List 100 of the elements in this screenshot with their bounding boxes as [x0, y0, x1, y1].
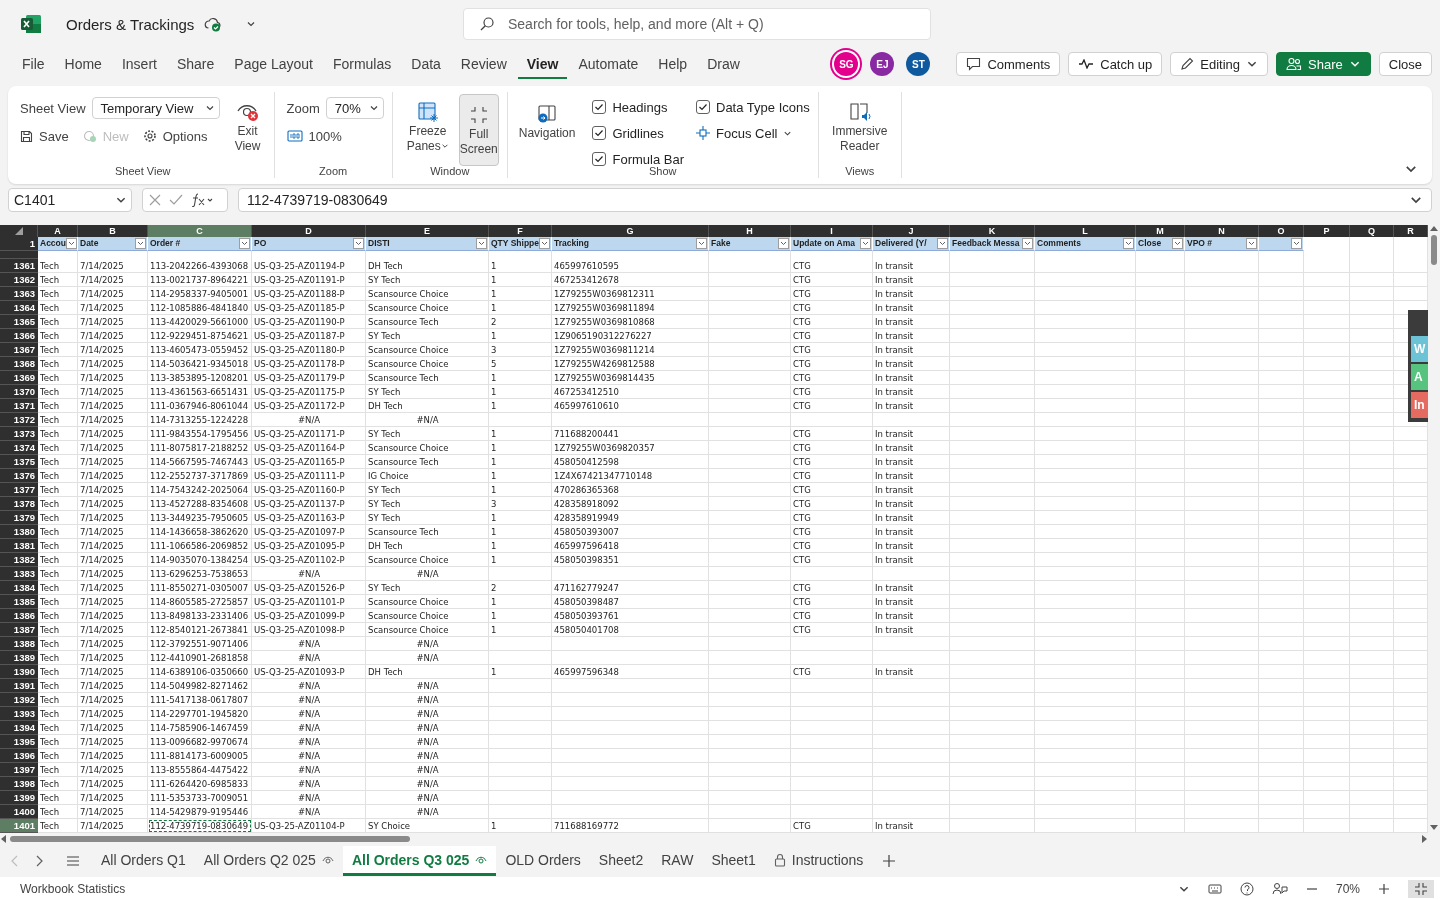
- table-cell[interactable]: 7/14/2025: [78, 301, 148, 315]
- table-cell[interactable]: Scansource Choice: [366, 623, 489, 637]
- table-cell[interactable]: #N/A: [366, 805, 489, 819]
- help-icon[interactable]: [1239, 881, 1254, 896]
- table-cell[interactable]: CTG: [791, 315, 873, 329]
- table-cell[interactable]: CTG: [791, 511, 873, 525]
- table-cell[interactable]: In transit: [873, 385, 950, 399]
- table-cell[interactable]: 1Z79255W0369811214: [552, 343, 709, 357]
- column-heading[interactable]: M: [1136, 225, 1185, 237]
- table-cell[interactable]: 7/14/2025: [78, 525, 148, 539]
- table-cell[interactable]: In transit: [873, 315, 950, 329]
- table-cell[interactable]: #N/A: [252, 749, 366, 763]
- table-cell[interactable]: 111-0367946-8061044: [148, 399, 252, 413]
- table-cell[interactable]: Tech: [38, 469, 78, 483]
- table-cell[interactable]: 111-5417138-0617807: [148, 693, 252, 707]
- table-cell[interactable]: 113-3449235-7950605: [148, 511, 252, 525]
- formula-field[interactable]: 112-4739719-0830649: [238, 188, 1432, 212]
- table-cell[interactable]: CTG: [791, 259, 873, 273]
- table-cell[interactable]: 1: [489, 427, 552, 441]
- zoom-reset-button[interactable]: 100%: [286, 128, 342, 144]
- row-number[interactable]: 1371: [0, 399, 38, 413]
- scroll-up-icon[interactable]: [1430, 225, 1438, 231]
- row-number[interactable]: 1390: [0, 665, 38, 679]
- menu-tab[interactable]: Insert: [112, 49, 166, 79]
- table-cell[interactable]: 7/14/2025: [78, 287, 148, 301]
- table-cell[interactable]: 7/14/2025: [78, 651, 148, 665]
- table-cell[interactable]: US-Q3-25-AZ01137-P: [252, 497, 366, 511]
- table-cell[interactable]: Tech: [38, 287, 78, 301]
- table-cell[interactable]: Tech: [38, 721, 78, 735]
- table-cell[interactable]: In transit: [873, 539, 950, 553]
- table-cell[interactable]: 1: [489, 511, 552, 525]
- table-cell[interactable]: 7/14/2025: [78, 805, 148, 819]
- table-cell[interactable]: 465997610595: [552, 259, 709, 273]
- table-cell[interactable]: 1: [489, 259, 552, 273]
- filter-button[interactable]: [1246, 238, 1257, 249]
- column-heading[interactable]: O: [1259, 225, 1304, 237]
- table-cell[interactable]: Tech: [38, 539, 78, 553]
- table-cell[interactable]: US-Q3-25-AZ01180-P: [252, 343, 366, 357]
- table-cell[interactable]: US-Q3-25-AZ01185-P: [252, 301, 366, 315]
- table-cell[interactable]: 7/14/2025: [78, 679, 148, 693]
- save-button[interactable]: Save: [20, 128, 69, 144]
- menu-tab[interactable]: Review: [451, 49, 516, 79]
- table-cell[interactable]: Tech: [38, 315, 78, 329]
- table-cell[interactable]: In transit: [873, 455, 950, 469]
- table-cell[interactable]: 1: [489, 553, 552, 567]
- table-cell[interactable]: Tech: [38, 623, 78, 637]
- menu-tab[interactable]: View: [517, 49, 568, 79]
- table-cell[interactable]: In transit: [873, 343, 950, 357]
- checkbox[interactable]: Gridlines: [592, 125, 684, 141]
- table-cell[interactable]: 112-1085886-4841840: [148, 301, 252, 315]
- table-cell[interactable]: US-Q3-25-AZ01160-P: [252, 483, 366, 497]
- table-cell[interactable]: 7/14/2025: [78, 777, 148, 791]
- table-cell[interactable]: #N/A: [366, 679, 489, 693]
- table-cell[interactable]: 5: [489, 357, 552, 371]
- table-cell[interactable]: 7/14/2025: [78, 427, 148, 441]
- table-cell[interactable]: In transit: [873, 427, 950, 441]
- row-number[interactable]: 1398: [0, 777, 38, 791]
- zoom-in-icon[interactable]: [1378, 882, 1390, 895]
- table-cell[interactable]: Tech: [38, 371, 78, 385]
- table-cell[interactable]: Tech: [38, 735, 78, 749]
- row-number[interactable]: 1375: [0, 455, 38, 469]
- zoom-dropdown[interactable]: 70%: [325, 97, 384, 119]
- excel-logo[interactable]: [20, 14, 42, 34]
- table-cell[interactable]: 1Z79255W0369820357: [552, 441, 709, 455]
- sheet-tab[interactable]: All Orders Q1: [92, 846, 195, 876]
- menu-tab[interactable]: Formulas: [323, 49, 401, 79]
- scroll-down-icon[interactable]: [1430, 825, 1438, 831]
- table-cell[interactable]: CTG: [791, 343, 873, 357]
- table-cell[interactable]: #N/A: [252, 777, 366, 791]
- column-heading[interactable]: N: [1185, 225, 1259, 237]
- search-field[interactable]: Search for tools, help, and more (Alt + Q): [463, 8, 931, 40]
- table-cell[interactable]: In transit: [873, 329, 950, 343]
- table-cell[interactable]: In transit: [873, 483, 950, 497]
- table-cell[interactable]: 7/14/2025: [78, 539, 148, 553]
- filter-button[interactable]: [778, 238, 789, 249]
- table-cell[interactable]: Tech: [38, 343, 78, 357]
- table-cell[interactable]: Tech: [38, 329, 78, 343]
- column-heading[interactable]: D: [252, 225, 366, 237]
- people-feedback-icon[interactable]: [1271, 881, 1288, 896]
- column-heading[interactable]: K: [950, 225, 1035, 237]
- filter-button[interactable]: [239, 238, 250, 249]
- table-cell[interactable]: DH Tech: [366, 259, 489, 273]
- table-cell[interactable]: CTG: [791, 329, 873, 343]
- table-cell[interactable]: 7/14/2025: [78, 329, 148, 343]
- table-cell[interactable]: Tech: [38, 553, 78, 567]
- table-cell[interactable]: Tech: [38, 595, 78, 609]
- row-number[interactable]: 1370: [0, 385, 38, 399]
- table-cell[interactable]: Tech: [38, 525, 78, 539]
- row-number[interactable]: 1361: [0, 259, 38, 273]
- table-cell[interactable]: Tech: [38, 791, 78, 805]
- table-cell[interactable]: #N/A: [252, 413, 366, 427]
- table-cell[interactable]: 7/14/2025: [78, 315, 148, 329]
- table-cell[interactable]: 7/14/2025: [78, 511, 148, 525]
- table-cell[interactable]: US-Q3-25-AZ01191-P: [252, 273, 366, 287]
- user-avatar[interactable]: EJ: [870, 52, 895, 76]
- table-cell[interactable]: Tech: [38, 707, 78, 721]
- table-cell[interactable]: CTG: [791, 581, 873, 595]
- row-number[interactable]: 1379: [0, 511, 38, 525]
- row-number[interactable]: 1372: [0, 413, 38, 427]
- table-cell[interactable]: 467253412678: [552, 273, 709, 287]
